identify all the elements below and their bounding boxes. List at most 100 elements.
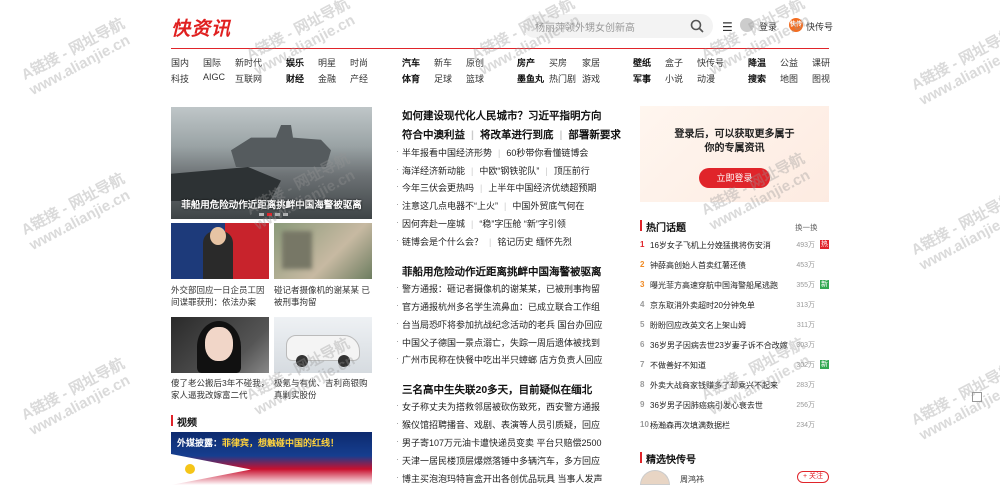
nav-item[interactable]: 图视 xyxy=(812,72,830,85)
hot-topic-item[interactable]: 1 16岁女子飞机上分娩猛携将伤安消 493万热 xyxy=(640,240,829,252)
nav-item[interactable]: 地图 xyxy=(780,72,798,85)
nav-item[interactable]: 新时代 xyxy=(235,56,262,69)
nav-item[interactable]: 降温 xyxy=(748,56,766,69)
news-headline[interactable]: 三名高中生失联20多天，目前疑似在缅北 xyxy=(402,382,592,397)
hot-topic-text[interactable]: 钟薛高创始人首卖红薯还债 xyxy=(650,260,746,271)
hot-topic-item[interactable]: 9 36岁男子因肺癌病引发心衰去世 256万 xyxy=(640,400,829,412)
nav-item[interactable]: 家居 xyxy=(582,56,600,69)
nav-item[interactable]: 小说 xyxy=(665,72,683,85)
nav-item[interactable]: 金融 xyxy=(318,72,336,85)
thumb-caption-2[interactable]: 碰记者摄像机的谢某某 已被刑事拘留 xyxy=(274,284,374,308)
search-box[interactable]: 杨丽萍领外甥女创新高 xyxy=(523,14,713,38)
news-headline[interactable]: 台当局恐吓将参加抗战纪念活动的老兵 国台办回应 xyxy=(396,318,603,331)
news-headline[interactable]: 中国父子德国一景点溺亡，失踪一周后遗体被找到 xyxy=(396,336,600,349)
follow-button[interactable]: + 关注 xyxy=(797,471,829,483)
nav-item[interactable]: 房产 xyxy=(517,56,535,69)
nav-item[interactable]: 课研 xyxy=(812,56,830,69)
news-headline[interactable]: 半年报看中国经济形势|60秒带你看懂链博会 xyxy=(396,146,588,159)
hot-topic-item[interactable]: 10 杨瀚森再次填满数据栏 234万 xyxy=(640,420,829,432)
nav-item[interactable]: 科技 xyxy=(171,72,189,85)
author-avatar[interactable] xyxy=(640,470,670,485)
hero-caption[interactable]: 菲船用危险动作近距离挑衅中国海警被驱离 xyxy=(171,197,372,211)
thumb-image-4[interactable] xyxy=(274,317,372,373)
hot-topic-text[interactable]: 16岁女子飞机上分娩猛携将伤安消 xyxy=(650,240,771,251)
hot-topic-text[interactable]: 36岁男子因病去世23岁妻子诉不合改嫁 xyxy=(650,340,788,351)
nav-item[interactable]: 搜索 xyxy=(748,72,766,85)
nav-item[interactable]: 军事 xyxy=(633,72,651,85)
news-headline[interactable]: 男子寄107万元油卡遭快递员变卖 平台只赔偿2500 xyxy=(396,436,602,449)
feedback-icon[interactable] xyxy=(972,392,982,402)
thumb-image-1[interactable] xyxy=(171,223,269,279)
carousel-dots[interactable] xyxy=(259,213,288,216)
news-headline[interactable]: 今年三伏会更热吗|上半年中国经济优绩超预期 xyxy=(396,181,596,194)
refresh-button[interactable]: 换一换 xyxy=(795,222,818,233)
hot-topic-text[interactable]: 36岁男子因肺癌病引发心衰去世 xyxy=(650,400,763,411)
nav-item[interactable]: 公益 xyxy=(780,56,798,69)
kuaichuan-link[interactable]: 快传号 xyxy=(806,20,833,33)
hot-topic-item[interactable]: 5 盼盼回应改英文名上架山姆 311万 xyxy=(640,320,829,332)
login-link[interactable]: 登录 xyxy=(759,20,777,33)
kuaichuan-icon[interactable]: 快传 xyxy=(789,18,803,32)
nav-item[interactable]: 财经 xyxy=(286,72,304,85)
hot-topic-text[interactable]: 京东取消外卖超时20分钟免单 xyxy=(650,300,755,311)
hot-topic-text[interactable]: 曝光菲方高速穿航中国海警船尾逃跑 xyxy=(650,280,778,291)
news-headline[interactable]: 猴仪馆招聘播音、戏剧、表演等人员引质疑，回应 xyxy=(396,418,600,431)
nav-item[interactable]: 汽车 xyxy=(402,56,420,69)
nav-item[interactable]: 明星 xyxy=(318,56,336,69)
hot-topic-text[interactable]: 盼盼回应改英文名上架山姆 xyxy=(650,320,746,331)
hot-topic-item[interactable]: 7 不做善好不知道 302万新 xyxy=(640,360,829,372)
hero-slide[interactable]: 菲船用危险动作近距离挑衅中国海警被驱离 xyxy=(171,107,372,219)
news-headline[interactable]: 博主买泡泡玛特盲盒开出各创优品玩具 当事人发声 xyxy=(396,472,603,485)
news-headline[interactable]: 女子称丈夫为搭救邻居被砍伤致死，西安警方通报 xyxy=(396,400,600,413)
nav-item[interactable]: 壁纸 xyxy=(633,56,651,69)
hot-topic-text[interactable]: 外卖大战商家钱赚多了却乘兴不起来 xyxy=(650,380,778,391)
news-headline[interactable]: 菲船用危险动作近距离挑衅中国海警被驱离 xyxy=(402,264,602,279)
login-button[interactable]: 立即登录 xyxy=(699,168,770,188)
hot-topic-item[interactable]: 8 外卖大战商家钱赚多了却乘兴不起来 283万 xyxy=(640,380,829,392)
news-headline[interactable]: 天津一居民楼顶层爆燃落锤中多辆汽车，多方回应 xyxy=(396,454,600,467)
news-headline[interactable]: 符合中澳利益 | 将改革进行到底 | 部署新要求 xyxy=(402,127,621,142)
nav-item[interactable]: 动漫 xyxy=(697,72,715,85)
nav-item[interactable]: 篮球 xyxy=(466,72,484,85)
news-headline[interactable]: 广州市民称在快餐中吃出半只蟑螂 店方负责人回应 xyxy=(396,353,603,366)
hot-topic-item[interactable]: 6 36岁男子因病去世23岁妻子诉不合改嫁 303万 xyxy=(640,340,829,352)
nav-item[interactable]: 互联网 xyxy=(235,72,262,85)
nav-item[interactable]: 国内 xyxy=(171,56,189,69)
news-headline[interactable]: 链博会是个什么会？|铭记历史 缅怀先烈 xyxy=(396,235,572,248)
hot-topic-item[interactable]: 2 钟薛高创始人首卖红薯还债 453万 xyxy=(640,260,829,272)
nav-item[interactable]: 盒子 xyxy=(665,56,683,69)
nav-item[interactable]: 足球 xyxy=(434,72,452,85)
author-name[interactable]: 周鸿祎 xyxy=(680,474,704,485)
hot-topic-text[interactable]: 杨瀚森再次填满数据栏 xyxy=(650,420,730,431)
news-headline[interactable]: 因何奔赴一座城|“稳”字压舱 “新”字引领 xyxy=(396,217,566,230)
nav-item[interactable]: 产经 xyxy=(350,72,368,85)
thumb-image-2[interactable] xyxy=(274,223,372,279)
site-logo[interactable]: 快资讯 xyxy=(171,14,231,41)
nav-item[interactable]: AIGC xyxy=(203,72,225,82)
news-headline[interactable]: 海洋经济新动能|中欧“钢铁驼队”|顶压前行 xyxy=(396,164,590,177)
nav-item[interactable]: 新车 xyxy=(434,56,452,69)
nav-item[interactable]: 原创 xyxy=(466,56,484,69)
news-headline[interactable]: 警方通报：砸记者摄像机的谢某某，已被刑事拘留 xyxy=(396,282,600,295)
nav-item[interactable]: 娱乐 xyxy=(286,56,304,69)
hot-topic-text[interactable]: 不做善好不知道 xyxy=(650,360,706,371)
news-headline[interactable]: 官方通报杭州多名学生流鼻血：已成立联合工作组 xyxy=(396,300,600,313)
nav-item[interactable]: 热门剧 xyxy=(549,72,576,85)
nav-item[interactable]: 买房 xyxy=(549,56,567,69)
nav-item[interactable]: 体育 xyxy=(402,72,420,85)
nav-item[interactable]: 时尚 xyxy=(350,56,368,69)
nav-item[interactable]: 快传号 xyxy=(697,56,724,69)
menu-icon[interactable]: ☰ xyxy=(722,20,733,34)
thumb-caption-3[interactable]: 傻了老公搬后3年不碰我，家人逼我改嫁富二代 xyxy=(171,377,271,401)
nav-item[interactable]: 游戏 xyxy=(582,72,600,85)
thumb-image-3[interactable] xyxy=(171,317,269,373)
hot-topic-item[interactable]: 4 京东取消外卖超时20分钟免单 313万 xyxy=(640,300,829,312)
news-headline[interactable]: 注意这几点电器不“上火”|中国外贸底气何在 xyxy=(396,199,584,212)
search-icon[interactable] xyxy=(689,18,705,34)
nav-item[interactable]: 墨鱼丸 xyxy=(517,72,544,85)
hot-topic-item[interactable]: 3 曝光菲方高速穿航中国海警船尾逃跑 355万新 xyxy=(640,280,829,292)
thumb-caption-1[interactable]: 外交部回应一日企员工因间谍罪获刑：依法办案 xyxy=(171,284,271,308)
nav-item[interactable]: 国际 xyxy=(203,56,221,69)
thumb-caption-4[interactable]: 极氪与有优、吉利商银购真剿实股份 xyxy=(274,377,374,401)
user-avatar-icon[interactable] xyxy=(740,18,754,32)
